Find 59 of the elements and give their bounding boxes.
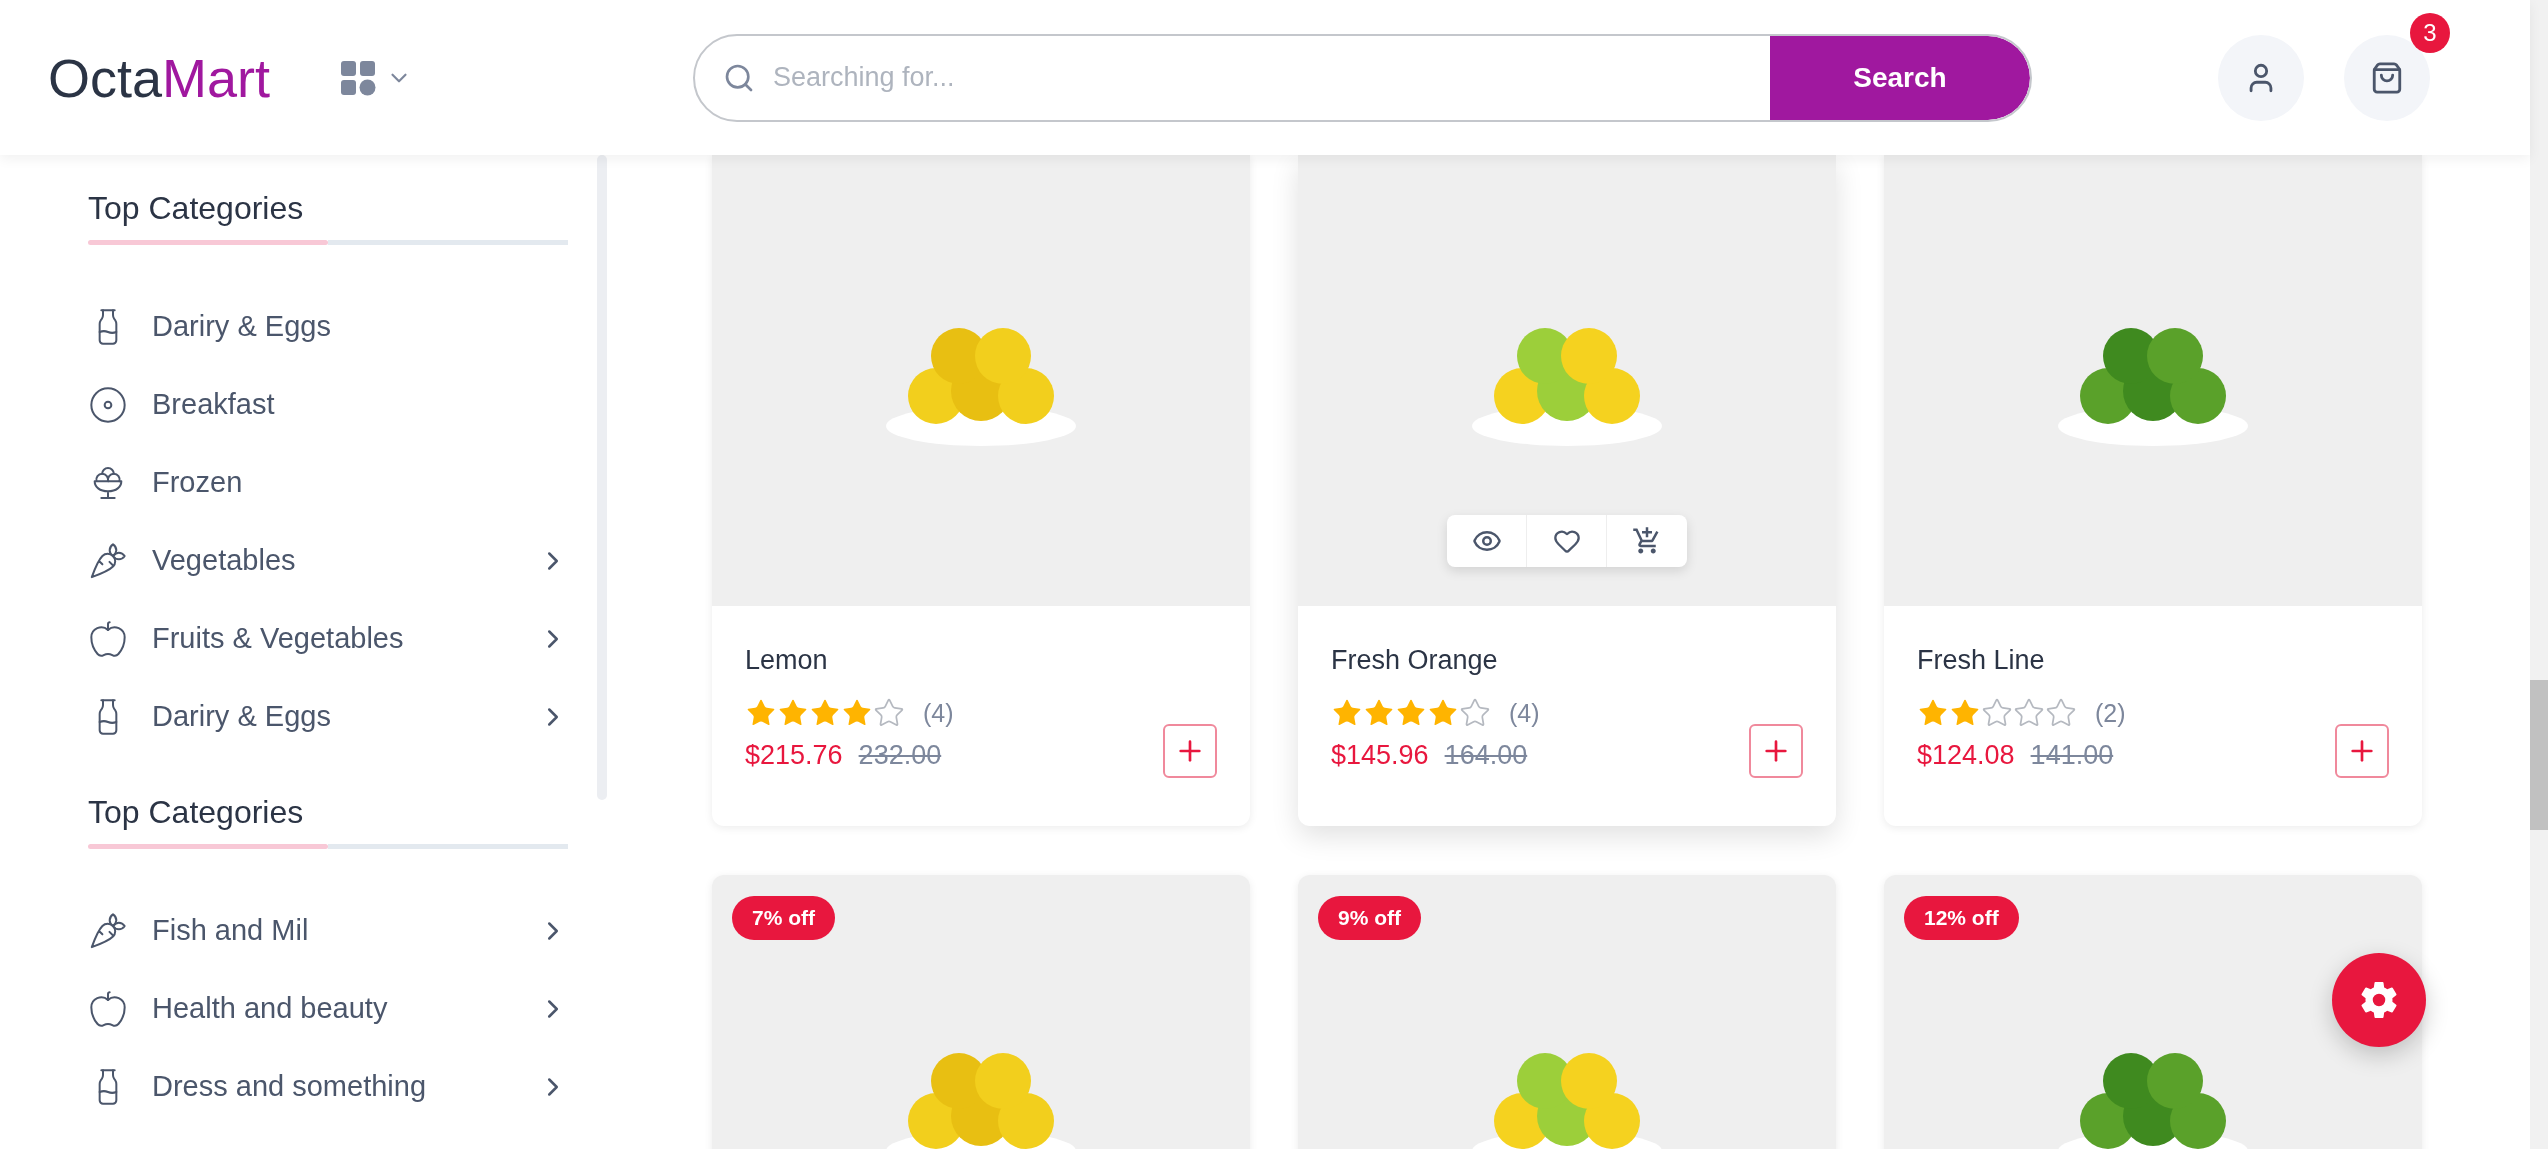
category-item[interactable]: Breakfast — [88, 366, 568, 444]
category-label: Frozen — [152, 465, 243, 501]
product-card[interactable]: 7% off — [712, 875, 1250, 1149]
price: $145.96 — [1331, 738, 1429, 772]
apple-icon — [88, 989, 128, 1029]
discount-badge: 12% off — [1904, 896, 2019, 940]
add-button[interactable] — [1749, 724, 1803, 778]
product-card[interactable]: Lemon (4) $215.76 232.00 — [712, 155, 1250, 826]
add-button[interactable] — [2335, 724, 2389, 778]
category-label: Fruits & Vegetables — [152, 621, 404, 657]
plate-icon — [88, 385, 128, 425]
product-name: Fresh Orange — [1331, 644, 1498, 677]
bag-icon — [2370, 60, 2404, 95]
category-label: Dress and something — [152, 1069, 427, 1105]
price: $124.08 — [1917, 738, 2015, 772]
category-item[interactable]: Fruits & Vegetables — [88, 600, 568, 678]
search-field[interactable]: Searching for... Search — [693, 33, 2032, 122]
old-price: 164.00 — [1444, 738, 1528, 772]
cart-count-badge: 3 — [2410, 12, 2450, 53]
section-title: Top Categories — [88, 794, 304, 830]
rating-count: (4) — [1509, 697, 1540, 729]
search-button[interactable]: Search — [1770, 35, 2030, 120]
settings-icon — [2359, 980, 2399, 1020]
heart-icon — [1552, 527, 1581, 555]
old-price: 232.00 — [858, 738, 942, 772]
category-label: Fish and Mil — [152, 913, 309, 949]
category-label: Dariry & Eggs — [152, 699, 331, 735]
category-label: Dariry & Eggs — [152, 309, 331, 345]
discount-badge: 7% off — [732, 896, 835, 940]
rating-count: (2) — [2095, 697, 2126, 729]
category-item[interactable]: Vegetables — [88, 522, 568, 600]
product-card[interactable]: 12% off — [1884, 875, 2422, 1149]
category-label: Health and beauty — [152, 991, 388, 1027]
product-card[interactable]: 9% off — [1298, 875, 1836, 1149]
category-item[interactable]: Fish and Mil — [88, 892, 568, 970]
grid-icon — [340, 59, 376, 96]
apple-icon — [88, 619, 128, 659]
add-button[interactable] — [1163, 724, 1217, 778]
category-item[interactable]: Dariry & Eggs — [88, 288, 568, 366]
category-item[interactable]: Health and beauty — [88, 970, 568, 1048]
product-card[interactable]: Fresh Orange (4) $145.96 164.00 — [1298, 155, 1836, 826]
product-name: Lemon — [745, 644, 828, 677]
carrot-icon — [88, 541, 128, 581]
section-title: Top Categories — [88, 190, 304, 226]
discount-badge: 9% off — [1318, 896, 1421, 940]
old-price: 141.00 — [2030, 738, 2114, 772]
product-card[interactable]: Fresh Line (2) $124.08 141.00 — [1884, 155, 2422, 826]
category-label: Breakfast — [152, 387, 275, 423]
rating-count: (4) — [923, 697, 954, 729]
page-scrollbar[interactable] — [2530, 0, 2548, 1149]
logo[interactable]: OctaMart — [48, 50, 340, 105]
sidebar-scrollbar[interactable] — [597, 155, 607, 800]
category-item[interactable]: Dress and something — [88, 1048, 568, 1126]
product-name: Fresh Line — [1917, 644, 2045, 677]
category-item[interactable]: Dariry & Eggs — [88, 678, 568, 756]
category-item[interactable]: Frozen — [88, 444, 568, 522]
price: $215.76 — [745, 738, 843, 772]
carrot-icon — [88, 911, 128, 951]
category-label: Vegetables — [152, 543, 296, 579]
